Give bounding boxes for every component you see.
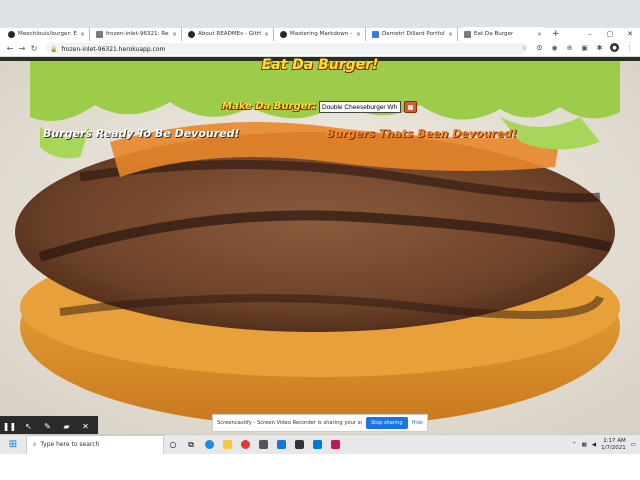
vscode-icon[interactable] <box>272 435 290 455</box>
tab-label: Mastering Markdown - GitH <box>290 31 353 37</box>
doc-icon <box>96 30 103 38</box>
burger-name-input[interactable] <box>319 101 401 113</box>
edge-icon[interactable] <box>200 435 218 455</box>
close-icon[interactable]: × <box>537 31 542 38</box>
pause-icon[interactable]: ❚❚ <box>0 422 19 431</box>
task-view-icon[interactable]: ⧉ <box>182 435 200 455</box>
close-icon[interactable]: × <box>356 31 361 38</box>
avatar[interactable]: ● <box>610 43 619 52</box>
windows-start-icon[interactable]: ⊞ <box>0 439 26 450</box>
github-icon <box>188 30 195 38</box>
make-burger-label: Make Da Burger: <box>222 101 317 112</box>
doc-icon <box>372 30 379 38</box>
devoured-burgers-heading: Burgers Thats Been Devoured! <box>326 127 518 140</box>
url-text: frozen-inlet-96321.herokuapp.com <box>61 45 166 53</box>
new-tab-button[interactable]: + <box>548 27 562 41</box>
extension-icon[interactable]: ⊕ <box>565 43 574 52</box>
tab-3[interactable]: Mastering Markdown - GitH × <box>276 27 366 41</box>
close-window-icon[interactable]: ✕ <box>620 27 640 41</box>
tab-label: Meechlouis/burger: Eat Da <box>18 31 77 37</box>
star-icon[interactable]: ☆ <box>520 43 529 52</box>
close-icon[interactable]: ✕ <box>76 422 95 431</box>
notification-icon[interactable]: ▭ <box>631 442 636 448</box>
add-burger-button[interactable] <box>404 101 417 113</box>
burger-background-image <box>0 57 640 434</box>
network-icon[interactable]: ▦ <box>582 442 587 448</box>
submit-icon <box>408 104 413 110</box>
blank-area <box>0 454 640 480</box>
mail-icon[interactable] <box>308 435 326 455</box>
app-icon[interactable] <box>254 435 272 455</box>
tab-0[interactable]: Meechlouis/burger: Eat Da × <box>4 27 90 41</box>
ready-burgers-heading: Burgers Ready To Be Devoured! <box>43 127 240 140</box>
chevron-up-icon[interactable]: ⌃ <box>572 442 577 448</box>
github-icon <box>8 30 15 38</box>
tab-label: Demetri Dillard Portfolio <box>382 31 445 37</box>
page-title: Eat Da Burger! <box>261 57 379 73</box>
clock-time: 1:17 AM <box>603 438 626 444</box>
cursor-icon[interactable]: ↖ <box>19 422 38 431</box>
stop-sharing-button[interactable]: Stop sharing <box>366 417 408 429</box>
github-icon <box>280 30 287 38</box>
screencastify-toolbar: ❚❚ ↖ ✎ ▰ ✕ <box>0 416 98 436</box>
page-content: Eat Da Burger! Make Da Burger: Burgers R… <box>0 57 640 434</box>
sharing-message: Screencastify - Screen Video Recorder is… <box>217 420 362 426</box>
volume-icon[interactable]: ◀ <box>592 442 596 448</box>
tab-strip <box>0 0 640 28</box>
close-icon[interactable]: × <box>264 31 269 38</box>
tabs-row: Meechlouis/burger: Eat Da × frozen-inlet… <box>0 27 640 41</box>
extension-icon[interactable]: ▣ <box>580 43 589 52</box>
tab-5-active[interactable]: Eat Da Burger × <box>460 27 546 41</box>
file-explorer-icon[interactable] <box>218 435 236 455</box>
clock-date: 1/7/2021 <box>601 445 626 451</box>
forward-icon[interactable]: → <box>16 44 28 53</box>
taskbar-search-input[interactable]: ⌕ Type here to search <box>26 434 164 455</box>
search-icon: ⌕ <box>33 440 37 448</box>
close-icon[interactable]: × <box>448 31 453 38</box>
hide-button[interactable]: Hide <box>412 420 423 426</box>
close-icon[interactable]: × <box>172 31 177 38</box>
app-icon[interactable] <box>326 435 344 455</box>
maximize-icon[interactable]: ▢ <box>600 27 620 41</box>
app-icon[interactable] <box>290 435 308 455</box>
sharing-banner: Screencastify - Screen Video Recorder is… <box>212 414 428 432</box>
tab-4[interactable]: Demetri Dillard Portfolio × <box>368 27 458 41</box>
cortana-icon[interactable]: ○ <box>164 435 182 455</box>
lock-icon: 🔒 <box>50 45 58 53</box>
tab-label: Eat Da Burger <box>474 31 514 37</box>
puzzle-icon[interactable]: ✱ <box>595 43 604 52</box>
browser-toolbar: ← → ↻ 🔒 frozen-inlet-96321.herokuapp.com… <box>0 41 640 57</box>
pen-icon[interactable]: ✎ <box>38 422 57 431</box>
extension-icon[interactable]: ◉ <box>550 43 559 52</box>
windows-taskbar: ⊞ ⌕ Type here to search ○ ⧉ ⌃ ▦ ◀ 1:17 A… <box>0 434 640 455</box>
chrome-icon[interactable] <box>236 435 254 455</box>
tab-2[interactable]: About READMEs - GitHub D × <box>184 27 274 41</box>
minimize-icon[interactable]: – <box>580 27 600 41</box>
reload-icon[interactable]: ↻ <box>28 44 40 53</box>
close-icon[interactable]: × <box>80 31 85 38</box>
doc-icon <box>464 30 471 38</box>
extension-icon[interactable]: ⚙ <box>535 43 544 52</box>
window-controls: – ▢ ✕ <box>580 27 640 41</box>
system-tray: ⌃ ▦ ◀ 1:17 AM 1/7/2021 ▭ <box>572 435 636 455</box>
tab-1[interactable]: frozen-inlet-96321: Resour × <box>92 27 182 41</box>
clock[interactable]: 1:17 AM 1/7/2021 <box>601 438 626 452</box>
back-icon[interactable]: ← <box>4 44 16 53</box>
tab-label: About READMEs - GitHub D <box>198 31 261 37</box>
address-bar[interactable]: 🔒 frozen-inlet-96321.herokuapp.com <box>46 43 526 55</box>
tab-label: frozen-inlet-96321: Resour <box>106 31 169 37</box>
menu-icon[interactable]: ⋮ <box>625 43 634 52</box>
eraser-icon[interactable]: ▰ <box>57 422 76 431</box>
search-placeholder: Type here to search <box>40 441 100 448</box>
toolbar-extensions: ☆ ⚙ ◉ ⊕ ▣ ✱ ● ⋮ <box>520 43 634 52</box>
